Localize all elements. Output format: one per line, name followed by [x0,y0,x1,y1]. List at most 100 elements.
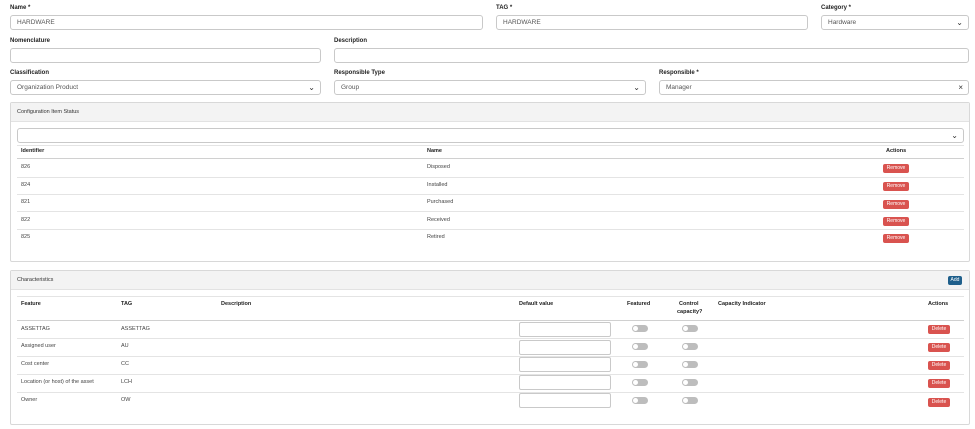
description-input[interactable] [334,48,969,63]
featured-toggle[interactable] [632,343,648,350]
row-name: Received [427,217,450,223]
row-identifier: 825 [21,234,31,240]
characteristics-title: Characteristics [11,271,969,290]
status-panel-title: Configuration Item Status [11,103,969,122]
tag-cell: AU [121,343,129,349]
classification-select[interactable]: Organization Product ⌄ [10,80,321,95]
delete-button[interactable]: Delete [928,361,950,370]
chevron-down-icon: ⌄ [956,18,963,27]
col-feature: Feature [21,301,41,307]
col-default-value: Default value [519,301,554,307]
category-value: Hardware [828,19,857,26]
delete-button[interactable]: Delete [928,325,950,334]
tag-cell: ASSETTAG [121,326,150,332]
table-row: 825 Retired Remove [17,229,964,247]
classification-value: Organization Product [17,84,79,91]
category-select[interactable]: Hardware ⌄ [821,15,969,30]
row-identifier: 826 [21,164,31,170]
responsible-select[interactable]: Manager × [659,80,969,95]
description-label: Description [334,38,368,44]
status-panel: Configuration Item Status ⌄ Identifier N… [10,102,970,262]
table-row: Cost center CC Delete [11,357,971,375]
control-capacity-toggle[interactable] [682,325,698,332]
close-icon[interactable]: × [958,82,963,94]
default-value-input[interactable] [519,375,611,390]
control-capacity-toggle[interactable] [682,343,698,350]
chevron-down-icon: ⌄ [308,83,315,92]
col-name: Name [427,148,442,154]
responsible-type-select[interactable]: Group ⌄ [334,80,646,95]
responsible-value: Manager [666,84,692,91]
col-control-capacity-line2: capacity? [677,309,703,315]
add-button[interactable]: Add [948,276,962,285]
tag-cell: OW [121,397,131,403]
nomenclature-label: Nomenclature [10,38,51,44]
featured-toggle[interactable] [632,325,648,332]
col-actions: Actions [886,148,907,154]
col-description: Description [221,301,252,307]
table-row: 826 Disposed Remove [17,159,964,177]
status-select[interactable]: ⌄ [17,128,964,143]
col-control-capacity: Control [679,301,699,307]
remove-button[interactable]: Remove [883,234,909,243]
remove-button[interactable]: Remove [883,182,909,191]
feature-cell: ASSETTAG [21,326,50,332]
tag-cell: CC [121,361,129,367]
characteristics-panel: Characteristics Add Feature TAG Descript… [10,270,970,425]
feature-cell: Owner [21,397,38,403]
chevron-down-icon: ⌄ [951,131,958,140]
control-capacity-toggle[interactable] [682,397,698,404]
table-row: Location (or host) of the asset LCH Dele… [11,375,971,393]
remove-button[interactable]: Remove [883,217,909,226]
responsible-label: Responsible * [659,70,699,76]
divider [17,145,964,146]
classification-label: Classification [10,70,50,76]
name-input[interactable]: HARDWARE [10,15,483,30]
default-value-input[interactable] [519,393,611,408]
table-row: Owner OW Delete [11,393,971,411]
row-name: Installed [427,182,448,188]
category-label: Category * [821,5,852,11]
col-capacity-indicator: Capacity Indicator [718,301,766,307]
row-name: Retired [427,234,445,240]
row-name: Purchased [427,199,454,205]
table-row: ASSETTAG ASSETTAG Delete [11,321,971,339]
divider [17,296,964,297]
table-row: 824 Installed Remove [17,177,964,195]
col-featured: Featured [627,301,651,307]
responsible-type-value: Group [341,84,360,91]
col-tag: TAG [121,301,133,307]
table-row: 822 Received Remove [17,211,964,229]
chevron-down-icon: ⌄ [633,83,640,92]
feature-cell: Assigned user [21,343,56,349]
tag-cell: LCH [121,379,133,385]
default-value-input[interactable] [519,322,611,337]
row-name: Disposed [427,164,450,170]
control-capacity-toggle[interactable] [682,379,698,386]
delete-button[interactable]: Delete [928,343,950,352]
tag-label: TAG * [496,5,513,11]
featured-toggle[interactable] [632,397,648,404]
delete-button[interactable]: Delete [928,379,950,388]
remove-button[interactable]: Remove [883,164,909,173]
row-identifier: 822 [21,217,31,223]
remove-button[interactable]: Remove [883,200,909,209]
name-label: Name * [10,5,31,11]
feature-cell: Location (or host) of the asset [21,379,94,385]
control-capacity-toggle[interactable] [682,361,698,368]
delete-button[interactable]: Delete [928,398,950,407]
responsible-type-label: Responsible Type [334,70,385,76]
row-identifier: 821 [21,199,31,205]
col-identifier: Identifier [21,148,45,154]
default-value-input[interactable] [519,340,611,355]
col-actions: Actions [928,301,949,307]
feature-cell: Cost center [21,361,50,367]
featured-toggle[interactable] [632,361,648,368]
table-row: 821 Purchased Remove [17,194,964,212]
featured-toggle[interactable] [632,379,648,386]
table-row: Assigned user AU Delete [11,339,971,357]
nomenclature-input[interactable] [10,48,321,63]
tag-input[interactable]: HARDWARE [496,15,808,30]
default-value-input[interactable] [519,357,611,372]
row-identifier: 824 [21,182,31,188]
